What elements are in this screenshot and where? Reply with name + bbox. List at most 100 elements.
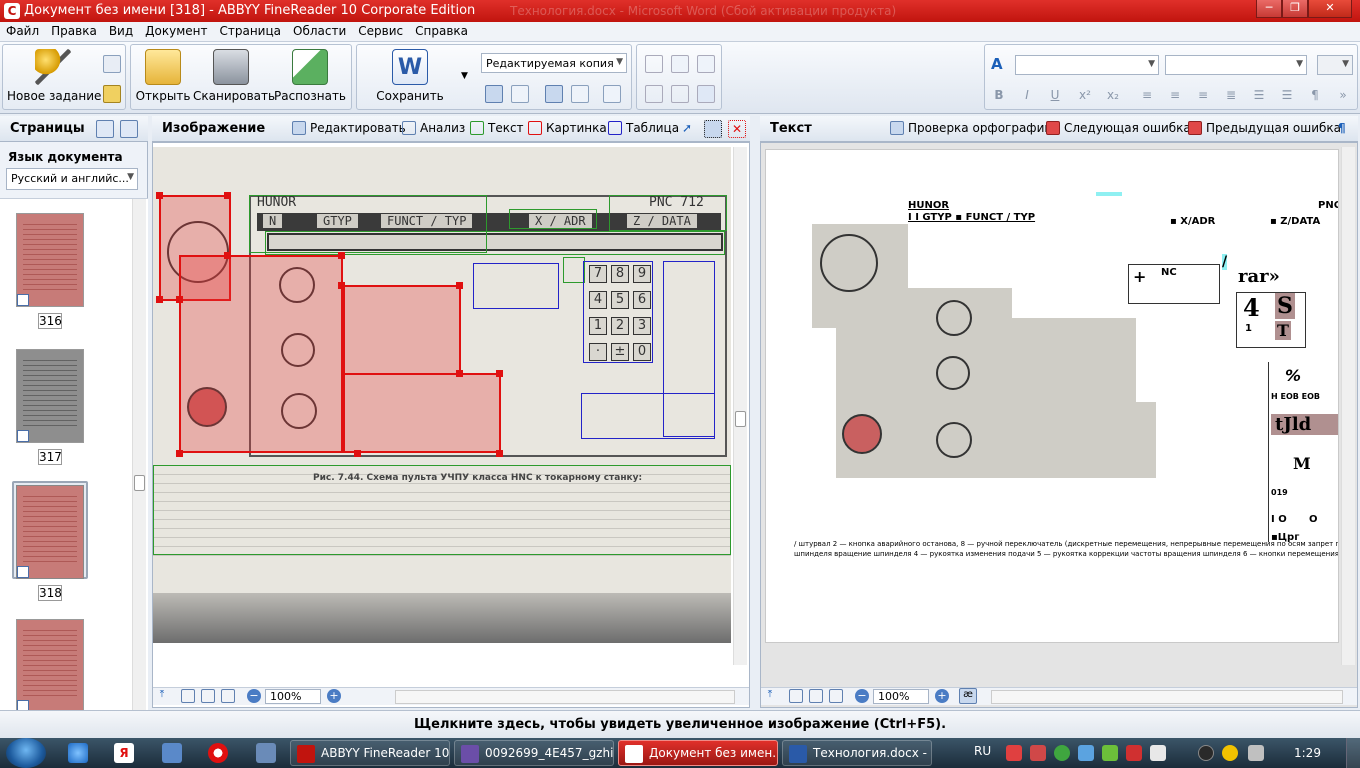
ocr-picture-part-d[interactable] [1012,402,1156,478]
more-format-icon[interactable]: » [1335,87,1351,103]
ocr-table-nc[interactable]: + NC [1128,264,1220,304]
text-pane-scrollbar[interactable] [1341,147,1355,665]
speaker-icon[interactable] [1150,745,1166,761]
show-desktop-button[interactable] [1346,738,1360,768]
cut-icon[interactable] [645,55,663,73]
zoom-in-icon[interactable]: + [935,689,949,703]
save-mode-select[interactable]: Редактируемая копия ▼ [481,53,627,73]
recognized-text-page[interactable]: HUNOR I I GTYP ▪ FUNCT / TYP ▪ X/ADR ▪ Z… [765,149,1339,643]
region-resize-handle[interactable] [354,450,361,457]
page-thumbnail-319[interactable] [16,619,84,713]
bullet-list-icon[interactable]: ☰ [1279,87,1295,103]
region-resize-handle[interactable] [176,450,183,457]
text-region-xadr[interactable] [509,209,597,229]
justify-icon[interactable]: ≣ [1223,87,1239,103]
text-region-model[interactable] [609,195,727,231]
taskbar-image-file[interactable]: 0092699_4E457_gzhir... [454,740,614,766]
network-icon[interactable] [1078,745,1094,761]
table-region-keypad[interactable] [583,261,653,363]
open-button[interactable]: Открыть [135,49,191,103]
delete-area-icon[interactable]: ✕ [728,120,746,138]
start-button[interactable] [6,738,46,768]
zoom-in-icon[interactable]: + [327,689,341,703]
table-area-button[interactable]: Таблица [608,121,679,135]
menu-file[interactable]: Файл [0,22,45,38]
minimize-button[interactable]: ─ [1256,0,1282,18]
copy-task-icon[interactable] [103,55,121,73]
region-resize-handle[interactable] [496,450,503,457]
text-style-icon[interactable]: A [991,55,1003,73]
region-resize-handle[interactable] [496,370,503,377]
save-dropdown-arrow[interactable]: ▼ [461,71,468,81]
abbyy-app-icon[interactable]: C [4,3,20,19]
zoom-out-icon[interactable]: − [855,689,869,703]
opera-icon[interactable] [208,743,228,763]
two-pages-icon[interactable] [221,689,235,703]
weather-icon[interactable] [1222,745,1238,761]
two-pages-icon[interactable] [829,689,843,703]
zoom-hint-bar[interactable]: Щелкните здесь, чтобы увидеть увеличенно… [0,710,1360,738]
system-clock[interactable]: 1:29 [1294,746,1321,760]
select-area-icon[interactable] [704,120,722,138]
subscript-icon[interactable]: x₂ [1105,87,1121,103]
pen-icon[interactable] [1102,745,1118,761]
picture-area-button[interactable]: Картинка [528,121,607,135]
picture-region-part-d[interactable] [343,373,501,453]
maximize-button[interactable]: ❐ [1282,0,1308,18]
picture-region-part-c[interactable] [343,285,461,375]
picture-region-part-b[interactable] [179,255,343,453]
internet-explorer-icon[interactable] [68,743,88,763]
analyze-button[interactable]: Анализ [402,121,465,135]
input-language[interactable]: RU [974,744,991,758]
text-region-small[interactable] [563,257,585,283]
redo-icon[interactable] [671,85,689,103]
table-region-function-keys[interactable] [581,393,715,439]
tray-app-icon[interactable] [1006,745,1022,761]
fit-width-icon[interactable] [789,689,803,703]
next-error-button[interactable]: Следующая ошибка [1046,121,1191,135]
edit-image-button[interactable]: Редактировать [292,121,406,135]
numbered-list-icon[interactable]: ☰ [1251,87,1267,103]
taskbar-word-document[interactable]: Технология.docx - ... [782,740,932,766]
page-thumbnail-318-selected[interactable] [12,481,88,579]
zoom-out-icon[interactable]: − [247,689,261,703]
security-shield-icon[interactable] [1126,745,1142,761]
page-thumbnail-316[interactable] [16,213,84,307]
layout-exact-icon[interactable] [485,85,503,103]
scan-button[interactable]: Сканировать [193,49,275,103]
media-player-icon[interactable] [256,743,276,763]
menu-page[interactable]: Страница [214,22,288,38]
paragraph-icon[interactable]: ¶ [1307,87,1323,103]
underline-icon[interactable]: U [1047,87,1063,103]
text-horizontal-scrollbar[interactable] [991,690,1343,704]
region-resize-handle[interactable] [456,370,463,377]
page-thumbnail-317[interactable] [16,349,84,443]
font-size-select[interactable]: ▼ [1165,55,1307,75]
actual-size-icon[interactable] [809,689,823,703]
region-resize-handle[interactable] [456,282,463,289]
close-button[interactable]: ✕ [1308,0,1352,18]
wrench-icon[interactable] [603,85,621,103]
monitor-icon[interactable] [1248,745,1264,761]
layout-page-icon[interactable] [571,85,589,103]
taskbar-current-document[interactable]: Документ без имен... [618,740,778,766]
fit-page-icon[interactable]: ⤒ [155,689,169,703]
region-resize-handle[interactable] [156,192,163,199]
color-select[interactable]: ▼ [1317,55,1353,75]
yandex-icon[interactable]: Я [114,743,134,763]
pages-scrollbar-thumb[interactable] [134,475,145,491]
text-region-display[interactable] [265,231,725,255]
mail-icon[interactable] [162,743,182,763]
previous-error-button[interactable]: Предыдущая ошибка [1188,121,1341,135]
batch-icon[interactable] [697,85,715,103]
info-icon[interactable] [1054,745,1070,761]
export-pages-icon[interactable] [120,120,138,138]
font-family-select[interactable]: ▼ [1015,55,1159,75]
ligature-icon[interactable]: æ [959,688,977,704]
region-resize-handle[interactable] [338,282,345,289]
text-region-caption[interactable] [153,465,731,555]
region-resize-handle[interactable] [224,192,231,199]
ocr-picture-part-c[interactable] [1012,318,1136,402]
image-zoom-select[interactable]: 100% [265,689,321,704]
region-resize-handle[interactable] [224,252,231,259]
